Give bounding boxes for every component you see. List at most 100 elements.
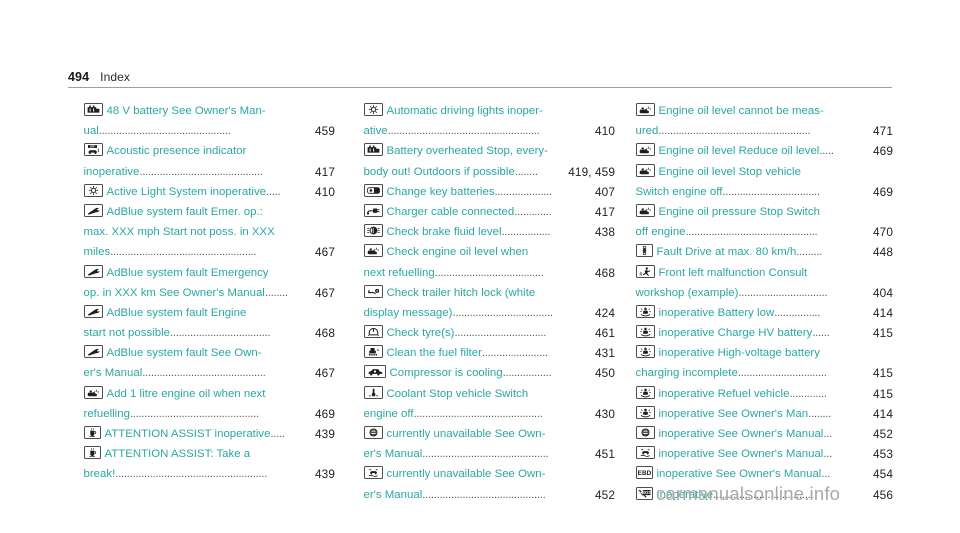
index-entry-text: inoperative See Owner's Manual: [658, 448, 824, 461]
index-entry-line: ual.....................................…: [84, 121, 335, 141]
index-entry[interactable]: currently unavailable See Own-er's Manua…: [363, 424, 615, 464]
index-entry-text: max. XXX mph Start not poss. in XXX: [83, 226, 275, 239]
index-entry-line: next refuelling.........................…: [364, 263, 615, 283]
index-entry[interactable]: OFF Acoustic presence indicator inoperativ…: [83, 141, 335, 181]
index-entry[interactable]: EBD inoperative See Owner's Manual... 454: [635, 464, 893, 484]
ebd-icon: EBD: [635, 466, 653, 480]
index-entry[interactable]: Coolant Stop vehicle Switch engine off...…: [363, 384, 615, 424]
index-entry[interactable]: Check engine oil level when next refuelli…: [363, 242, 615, 283]
index-entry-text: Add 1 litre engine oil when next: [106, 387, 266, 400]
index-entry-text: Engine oil level cannot be meas-: [658, 105, 824, 117]
index-entry-body: Coolant Stop vehicle Switch engine off...…: [363, 384, 615, 424]
index-entry-body: Engine oil level Stop vehicle Switch engi…: [635, 162, 893, 202]
entry-page-number: 471: [873, 124, 893, 139]
entry-page-number: 468: [315, 326, 335, 341]
index-entry[interactable]: ATTENTION ASSIST inoperative..... 439: [83, 424, 335, 444]
entry-page-number: 461: [595, 326, 615, 341]
leader-dots: ........: [808, 407, 832, 420]
index-entry[interactable]: Engine oil pressure Stop Switch off engin…: [635, 202, 893, 242]
index-entry-text: ured: [635, 125, 659, 138]
index-entry-text: start not possible: [83, 327, 170, 340]
index-entry[interactable]: inoperative See Owner's Manual... 452: [635, 424, 893, 444]
index-entry[interactable]: 48 V battery See Owner's Man-ual........…: [83, 101, 335, 141]
index-entry-body: inoperative High-voltage battery charging…: [635, 343, 893, 383]
leader-dots: .............: [514, 205, 552, 218]
leader-dots: ........................................…: [129, 407, 259, 420]
entry-page-number: 415: [873, 326, 893, 341]
index-entry[interactable]: Check trailer hitch lock (white display m…: [363, 283, 615, 323]
index-entry-text: break!: [83, 468, 116, 481]
index-entry-line: Check brake fluid level.................…: [363, 222, 615, 242]
leader-dots: ........................................…: [98, 125, 231, 138]
index-entry-line: Compressor is cooling................. 45…: [363, 363, 615, 383]
index-entry[interactable]: Active Light System inoperative..... 410: [83, 182, 335, 202]
index-entry-line: Active Light System inoperative..... 410: [83, 182, 335, 202]
index-entry[interactable]: Change key batteries....................…: [363, 182, 615, 202]
entry-page-number: 410: [595, 124, 615, 139]
entry-page-number: 468: [595, 265, 615, 280]
index-entry[interactable]: Battery overheated Stop, every-body out!…: [363, 141, 615, 181]
index-entry[interactable]: inoperative Refuel vehicle............. 4…: [635, 384, 893, 404]
svg-text:SOS: SOS: [642, 490, 651, 495]
index-entry-body: inoperative Battery low................ 4…: [635, 303, 893, 323]
entry-page-number: 467: [315, 366, 335, 381]
index-entry[interactable]: Front left malfunction Consult workshop (…: [635, 263, 893, 303]
index-entry[interactable]: Check brake fluid level.................…: [363, 222, 615, 242]
leader-dots: ...............................: [737, 367, 827, 380]
oil-can-icon: [363, 244, 383, 258]
wrench-icon: [83, 345, 103, 359]
entry-page-number: 424: [595, 305, 615, 320]
index-entry[interactable]: Charger cable connected............. 417: [363, 202, 615, 222]
index-entry-text: currently unavailable See Own-: [386, 428, 546, 440]
index-entry-line: er's Manual.............................…: [364, 444, 615, 464]
index-entry-text: ATTENTION ASSIST: Take a: [104, 448, 251, 461]
airbag-icon: [635, 405, 655, 419]
index-entry[interactable]: Engine oil level cannot be meas-ured....…: [635, 101, 893, 141]
entry-page-number: 407: [595, 184, 615, 199]
entry-page-number: 448: [873, 245, 893, 260]
leader-dots: ........................................…: [115, 468, 268, 481]
index-entry[interactable]: inoperative Battery low................ 4…: [635, 303, 893, 323]
compressor-cooling-icon: [363, 365, 386, 379]
index-entry[interactable]: AdBlue system fault Engine start not poss…: [83, 303, 335, 343]
leader-dots: ........................................…: [685, 226, 818, 239]
index-entry-line: inoperative High-voltage battery: [635, 343, 892, 363]
index-entry[interactable]: Fault Drive at max. 80 km/h......... 448: [635, 242, 893, 262]
entry-page-number: 453: [873, 447, 893, 462]
wrench-icon: [83, 264, 103, 278]
trailer-hitch-icon: [363, 284, 383, 298]
index-entry[interactable]: AdBlue system fault Emergency op. in XXX …: [83, 263, 335, 303]
index-entry-body: Check tyre(s)...........................…: [363, 323, 615, 343]
index-entry[interactable]: ATTENTION ASSIST: Take a break!..........…: [83, 444, 335, 484]
svg-text:OFF: OFF: [90, 146, 95, 149]
index-entry[interactable]: Engine oil level Stop vehicle Switch engi…: [635, 162, 893, 202]
index-entry[interactable]: Compressor is cooling................. 45…: [363, 363, 615, 383]
index-entry-text: AdBlue system fault Emer. op.:: [106, 205, 263, 218]
index-entry-text: inoperative: [83, 165, 140, 178]
battery-48v-icon: [83, 103, 103, 116]
index-entry[interactable]: AdBlue system fault Emer. op.: max. XXX m…: [83, 202, 335, 263]
index-entry-line: er's Manual.............................…: [84, 363, 335, 383]
index-entry-line: inoperative Battery low................ 4…: [635, 303, 893, 323]
fuel-filter-icon: [363, 345, 383, 359]
index-entry[interactable]: Clean the fuel filter...................…: [363, 343, 615, 363]
index-entry[interactable]: currently unavailable See Own-er's Manua…: [363, 464, 615, 505]
index-entry[interactable]: AdBlue system fault See Own-er's Manual.…: [83, 343, 335, 383]
index-entry[interactable]: Automatic driving lights inoper-ative...…: [363, 101, 615, 141]
index-entry[interactable]: inoperative Charge HV battery...... 415: [635, 323, 893, 343]
seatbelt-pretensioner-icon: [635, 244, 653, 258]
entry-page-number: 454: [873, 467, 893, 482]
index-entry-line: er's Manual.............................…: [364, 485, 615, 505]
index-entry[interactable]: inoperative High-voltage battery charging…: [635, 343, 893, 383]
index-entry-text: Check tyre(s): [386, 327, 455, 340]
index-entry[interactable]: inoperative See Owner's Man........ 414: [635, 404, 893, 424]
index-entry[interactable]: inoperative See Owner's Manual... 453: [635, 444, 893, 464]
index-entry-text: miles: [83, 246, 111, 259]
index-entry[interactable]: Engine oil level Reduce oil level..... 46…: [635, 141, 893, 161]
esp-off-icon: [635, 426, 655, 439]
index-entry[interactable]: Add 1 litre engine oil when next refuelli…: [83, 384, 335, 424]
leader-dots: ...: [821, 468, 830, 481]
entry-page-number: 414: [873, 406, 893, 421]
index-entry[interactable]: Check tyre(s)...........................…: [363, 323, 615, 343]
index-entry-body: Battery overheated Stop, every-body out!…: [363, 141, 615, 181]
